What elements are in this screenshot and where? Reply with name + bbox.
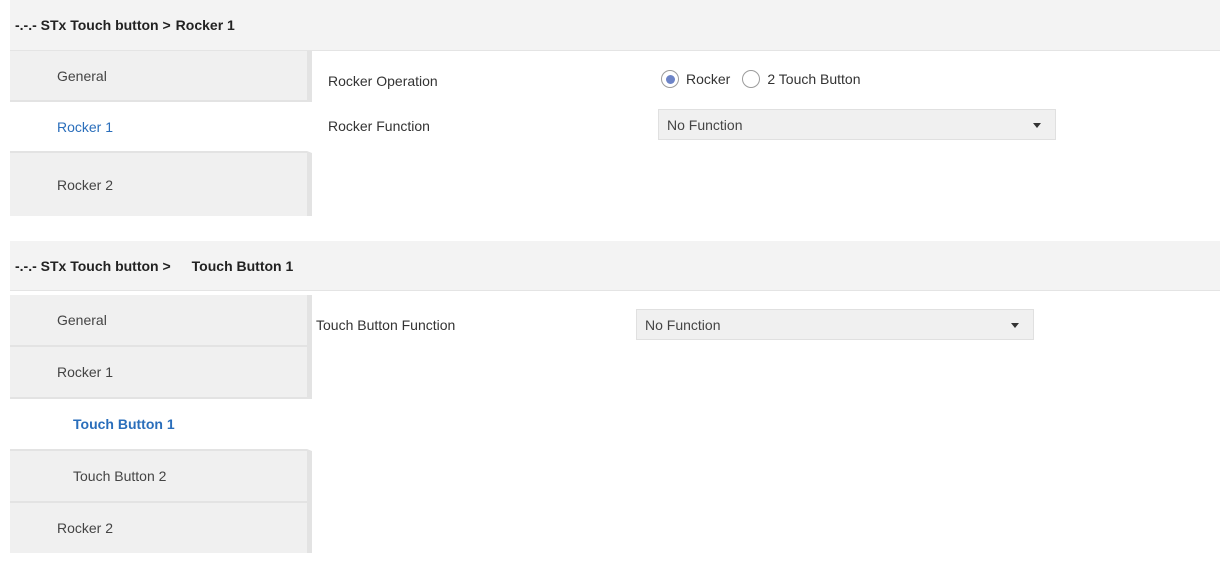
sidebar-item-label: Rocker 1: [57, 364, 114, 380]
radio-rocker-label[interactable]: Rocker: [686, 71, 730, 87]
touch-button-function-value: No Function: [645, 316, 721, 333]
sidebar-item-touch-button-1[interactable]: Touch Button 1: [10, 399, 312, 451]
sidebar-item-rocker-1[interactable]: Rocker 1: [10, 347, 312, 399]
chevron-down-icon: [1011, 322, 1019, 328]
sidebar-item-touch-button-2[interactable]: Touch Button 2: [10, 451, 312, 503]
breadcrumb-current: Touch Button 1: [191, 257, 294, 274]
rocker1-panel: -.-.- STx Touch button > Rocker 1 Genera…: [10, 0, 1220, 218]
touch-button-function-dropdown[interactable]: No Function: [636, 309, 1034, 340]
sidebar: General Rocker 1 Touch Button 1 Touch Bu…: [10, 295, 312, 553]
rocker-function-dropdown[interactable]: No Function: [658, 109, 1056, 140]
sidebar-item-rocker-2[interactable]: Rocker 2: [10, 153, 312, 216]
chevron-down-icon: [1033, 122, 1041, 128]
rocker-operation-label: Rocker Operation: [328, 73, 438, 89]
rocker-operation-radio-group: Rocker 2 Touch Button: [661, 70, 873, 88]
radio-dot-icon: [665, 74, 675, 84]
breadcrumb-prefix: -.-.- STx Touch button >: [15, 257, 171, 274]
rocker-function-label: Rocker Function: [328, 118, 430, 134]
touch-button-function-label: Touch Button Function: [316, 317, 456, 333]
breadcrumb: -.-.- STx Touch button > Rocker 1: [10, 0, 1220, 51]
sidebar-item-label: Rocker 2: [57, 520, 114, 536]
touch-button1-panel: -.-.- STx Touch button > Touch Button 1 …: [10, 241, 1220, 561]
rocker-function-value: No Function: [667, 116, 743, 133]
breadcrumb: -.-.- STx Touch button > Touch Button 1: [10, 241, 1220, 291]
sidebar-item-label: General: [57, 312, 107, 328]
sidebar-item-label: Rocker 2: [57, 176, 114, 193]
radio-2-touch-button-label[interactable]: 2 Touch Button: [767, 71, 860, 87]
radio-rocker[interactable]: [661, 70, 679, 88]
sidebar-item-label: Rocker 1: [57, 118, 114, 135]
sidebar-item-label: Touch Button 1: [73, 416, 175, 432]
breadcrumb-current: Rocker 1: [175, 17, 235, 33]
sidebar-item-label: General: [57, 67, 107, 84]
sidebar-item-general[interactable]: General: [10, 295, 312, 347]
sidebar: General Rocker 1 Rocker 2: [10, 51, 312, 216]
sidebar-item-rocker-1[interactable]: Rocker 1: [10, 102, 312, 153]
sidebar-item-rocker-2[interactable]: Rocker 2: [10, 503, 312, 553]
sidebar-item-general[interactable]: General: [10, 51, 312, 102]
sidebar-item-label: Touch Button 2: [73, 468, 167, 484]
radio-2-touch-button[interactable]: [742, 70, 761, 88]
breadcrumb-prefix: -.-.- STx Touch button >: [15, 17, 171, 33]
